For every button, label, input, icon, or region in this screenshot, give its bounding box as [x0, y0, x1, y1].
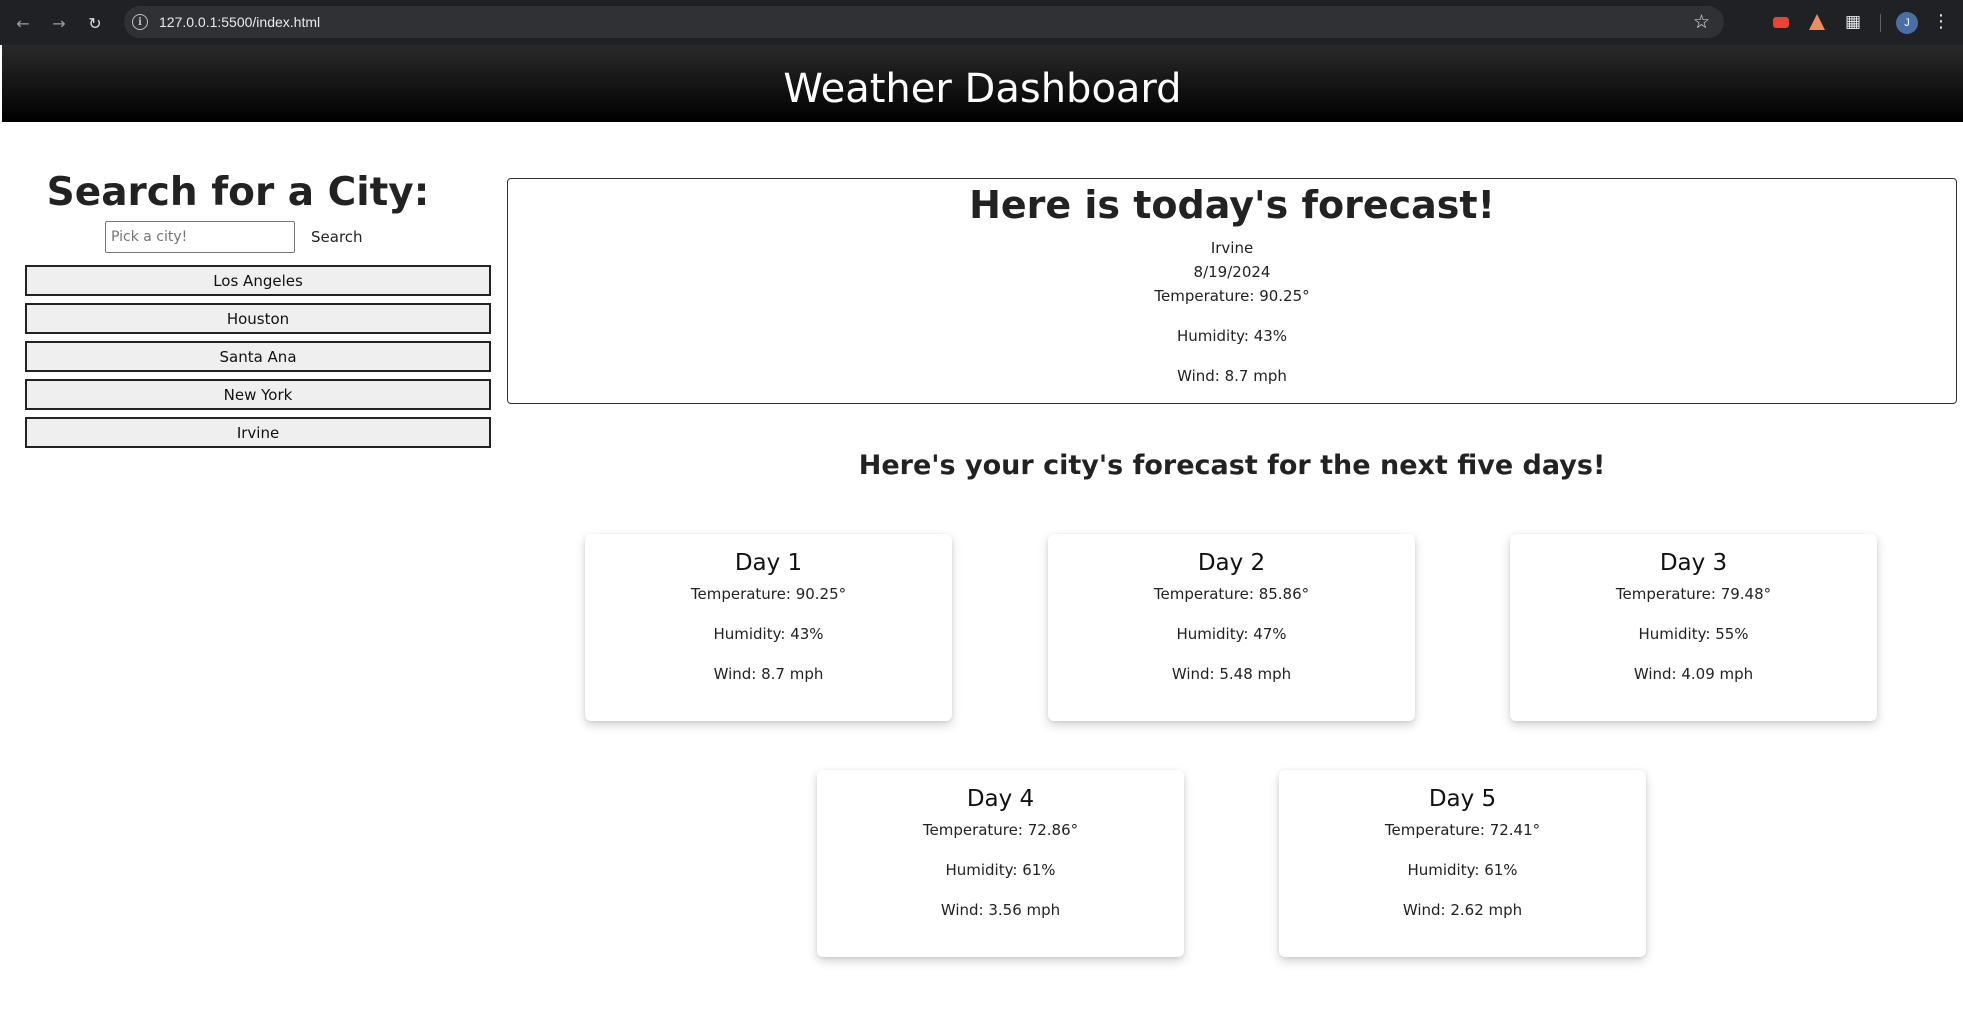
day-label: Day 1: [734, 550, 803, 576]
forecast-card-day-4: Day 4 Temperature: 72.86° Humidity: 61% …: [817, 770, 1184, 957]
five-day-heading: Here's your city's forecast for the next…: [858, 450, 1606, 481]
today-forecast-panel: Here is today's forecast! Irvine 8/19/20…: [507, 178, 1957, 404]
forecast-card-day-2: Day 2 Temperature: 85.86° Humidity: 47% …: [1048, 534, 1415, 721]
city-history-list: Los Angeles Houston Santa Ana New York I…: [25, 265, 491, 448]
day-wind: Wind: 4.09 mph: [1633, 665, 1754, 683]
search-button[interactable]: Search: [311, 228, 363, 246]
address-url[interactable]: 127.0.0.1:5500/index.html: [159, 14, 320, 30]
day-humidity: Humidity: 55%: [1638, 625, 1749, 643]
day-humidity: Humidity: 47%: [1176, 625, 1287, 643]
today-humidity: Humidity: 43%: [1176, 327, 1288, 345]
day-wind: Wind: 2.62 mph: [1402, 901, 1523, 919]
day-humidity: Humidity: 61%: [1407, 861, 1518, 879]
toolbar-divider: [1880, 14, 1881, 32]
city-button-new-york[interactable]: New York: [25, 379, 491, 410]
today-wind: Wind: 8.7 mph: [1177, 367, 1287, 385]
today-temperature: Temperature: 90.25°: [1154, 287, 1310, 305]
forward-icon[interactable]: →: [46, 10, 72, 36]
day-temperature: Temperature: 72.41°: [1384, 821, 1541, 839]
back-icon[interactable]: ←: [10, 10, 36, 36]
day-wind: Wind: 5.48 mph: [1171, 665, 1292, 683]
day-wind: Wind: 8.7 mph: [713, 665, 824, 683]
page-title: Weather Dashboard: [783, 65, 1182, 112]
day-wind: Wind: 3.56 mph: [940, 901, 1061, 919]
day-label: Day 3: [1659, 550, 1728, 576]
extension-red-icon[interactable]: [1770, 11, 1792, 33]
search-row: Search: [25, 221, 491, 263]
profile-avatar[interactable]: J: [1896, 12, 1918, 34]
bookmark-star-icon[interactable]: ☆: [1693, 11, 1710, 33]
day-label: Day 5: [1428, 786, 1497, 812]
city-button-houston[interactable]: Houston: [25, 303, 491, 334]
site-info-icon[interactable]: i: [132, 14, 148, 30]
search-sidebar: Search for a City: Search Los Angeles Ho…: [25, 170, 491, 455]
address-bar[interactable]: i 127.0.0.1:5500/index.html ☆: [124, 6, 1724, 38]
day-label: Day 2: [1197, 550, 1266, 576]
day-temperature: Temperature: 85.86°: [1153, 585, 1310, 603]
forecast-card-day-1: Day 1 Temperature: 90.25° Humidity: 43% …: [585, 534, 952, 721]
day-temperature: Temperature: 90.25°: [690, 585, 847, 603]
city-button-los-angeles[interactable]: Los Angeles: [25, 265, 491, 296]
forecast-card-day-3: Day 3 Temperature: 79.48° Humidity: 55% …: [1510, 534, 1877, 721]
extension-orange-icon[interactable]: [1806, 11, 1828, 33]
city-button-irvine[interactable]: Irvine: [25, 417, 491, 448]
reload-icon[interactable]: ↻: [82, 10, 108, 36]
day-temperature: Temperature: 72.86°: [922, 821, 1079, 839]
browser-toolbar: ← → ↻ i 127.0.0.1:5500/index.html ☆ ▦ J …: [0, 0, 1963, 45]
day-temperature: Temperature: 79.48°: [1615, 585, 1772, 603]
today-date: 8/19/2024: [1193, 263, 1271, 281]
day-humidity: Humidity: 61%: [945, 861, 1056, 879]
browser-menu-icon[interactable]: ⋮: [1932, 11, 1950, 32]
city-search-input[interactable]: [105, 221, 295, 253]
today-heading: Here is today's forecast!: [969, 183, 1495, 227]
day-humidity: Humidity: 43%: [713, 625, 824, 643]
day-label: Day 4: [966, 786, 1035, 812]
today-city: Irvine: [1210, 239, 1254, 257]
extensions-puzzle-icon[interactable]: ▦: [1842, 11, 1864, 33]
page-header: Weather Dashboard: [2, 45, 1963, 122]
city-button-santa-ana[interactable]: Santa Ana: [25, 341, 491, 372]
forecast-card-day-5: Day 5 Temperature: 72.41° Humidity: 61% …: [1279, 770, 1646, 957]
search-heading: Search for a City:: [46, 170, 430, 215]
